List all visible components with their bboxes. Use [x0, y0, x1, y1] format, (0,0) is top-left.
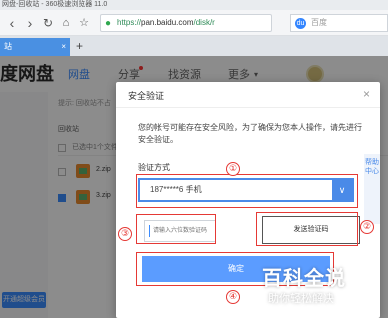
dialog-title: 安全验证 — [128, 91, 165, 101]
address-bar[interactable]: ● https://pan.baidu.com/disk/r — [100, 14, 272, 32]
annotation-number-2: ② — [360, 220, 374, 234]
address-url[interactable]: https://pan.baidu.com/disk/r — [117, 15, 215, 31]
tab-active[interactable]: 站 × — [0, 38, 70, 56]
url-host: pan.baidu.com — [141, 18, 194, 27]
star-icon[interactable]: ☆ — [76, 15, 92, 31]
new-tab-button[interactable]: + — [76, 38, 83, 54]
forward-icon[interactable]: › — [22, 15, 38, 31]
close-icon[interactable]: × — [363, 86, 370, 102]
url-path: /disk/r — [193, 18, 215, 27]
home-icon[interactable]: ⌂ — [58, 15, 74, 31]
dialog-description: 您的帐号可能存在安全风险，为了确保为您本人操作，请先进行安全验证。 — [138, 123, 362, 144]
annotation-number-4: ④ — [226, 290, 240, 304]
annotation-box-method — [136, 174, 358, 208]
verify-method-label: 验证方式 — [138, 163, 170, 172]
tab-close-icon[interactable]: × — [61, 38, 66, 56]
annotation-box-code — [136, 214, 216, 244]
watermark-title: 百科全说 — [262, 268, 346, 290]
dialog-header: 安全验证 × — [116, 82, 380, 108]
window-titlebar: 网盘-回收站 - 360极速浏览器 11.0 — [0, 0, 388, 10]
browser-toolbar: ‹ › ↻ ⌂ ☆ ● https://pan.baidu.com/disk/r… — [0, 10, 388, 36]
tab-bar: 站 × + — [0, 36, 388, 56]
tab-label: 站 — [4, 42, 12, 51]
lock-icon: ● — [105, 18, 112, 29]
annotation-box-send — [256, 212, 358, 246]
search-box[interactable]: du 百度 — [290, 14, 388, 32]
url-scheme: https:// — [117, 18, 142, 27]
window-title: 网盘-回收站 - 360极速浏览器 11.0 — [2, 1, 108, 8]
back-icon[interactable]: ‹ — [4, 15, 20, 31]
baidu-search-icon: du — [295, 18, 306, 29]
annotation-number-1: ① — [226, 162, 240, 176]
watermark-subtitle: 助你轻松解决 — [268, 293, 334, 305]
annotation-number-3: ③ — [118, 227, 132, 241]
refresh-icon[interactable]: ↻ — [40, 15, 56, 31]
search-placeholder: 百度 — [311, 18, 327, 27]
help-center-tab[interactable]: 帮助中心 — [364, 154, 380, 224]
